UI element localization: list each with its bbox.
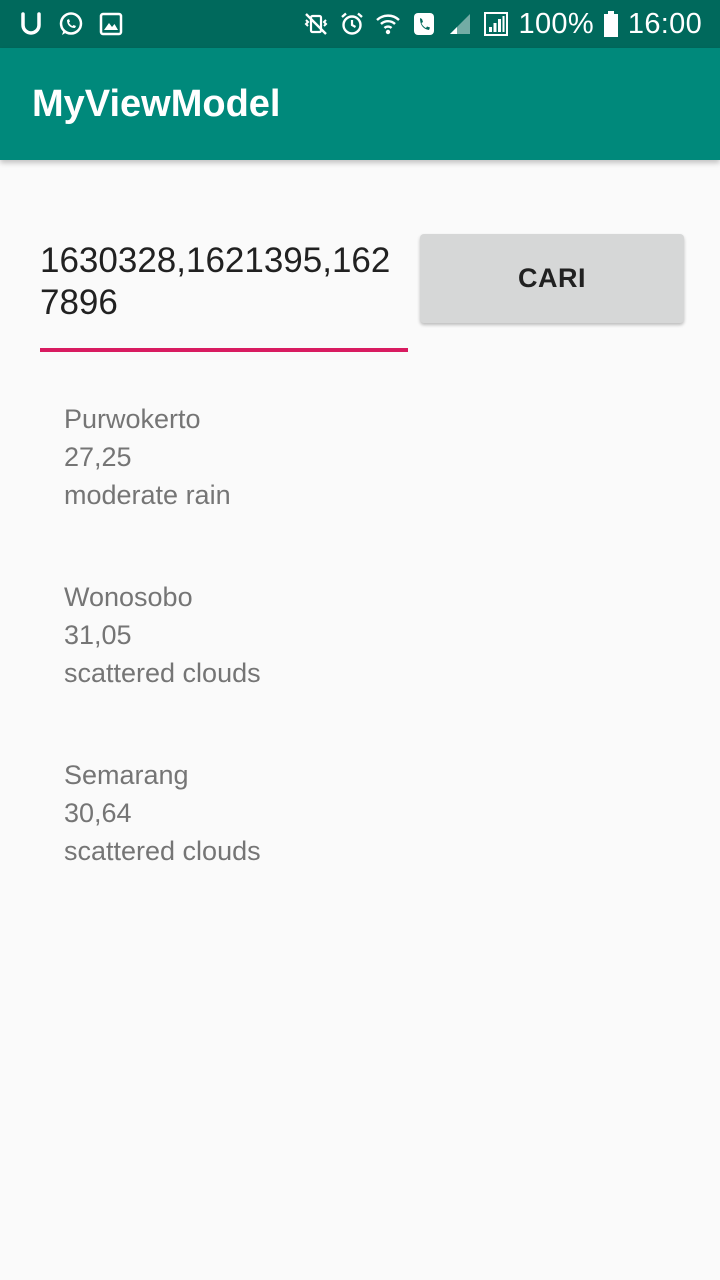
- wifi-icon: [375, 11, 401, 37]
- battery-level: 100%: [518, 7, 594, 40]
- temperature: 31,05: [64, 620, 132, 650]
- weather-description: scattered clouds: [64, 658, 261, 688]
- battery-icon: [603, 11, 618, 37]
- city-ids-field[interactable]: 1630328,1621395,1627896: [40, 232, 408, 354]
- mute-vibrate-icon: [303, 11, 329, 37]
- clock: 16:00: [627, 7, 702, 40]
- city-name: Wonosobo: [64, 582, 193, 612]
- signal-bars-icon: [483, 11, 509, 37]
- u-icon: [18, 11, 44, 37]
- temperature: 30,64: [64, 798, 132, 828]
- list-item[interactable]: Wonosobo 31,05 scattered clouds: [64, 578, 664, 756]
- temperature: 27,25: [64, 442, 132, 472]
- notification-icons: [18, 11, 124, 37]
- status-bar: 100% 16:00: [0, 0, 720, 48]
- city-name: Purwokerto: [64, 404, 201, 434]
- image-icon: [98, 11, 124, 37]
- app-bar: MyViewModel: [0, 48, 720, 160]
- city-name: Semarang: [64, 760, 189, 790]
- list-item[interactable]: Purwokerto 27,25 moderate rain: [64, 400, 664, 578]
- app-title: MyViewModel: [32, 82, 281, 125]
- call-icon: [411, 11, 437, 37]
- system-status: 100% 16:00: [303, 8, 702, 41]
- search-button[interactable]: CARI: [420, 234, 684, 323]
- whatsapp-icon: [58, 11, 84, 37]
- weather-list: Purwokerto 27,25 moderate rain Wonosobo …: [64, 400, 664, 934]
- signal-icon: [447, 11, 473, 37]
- weather-description: scattered clouds: [64, 836, 261, 866]
- alarm-icon: [339, 11, 365, 37]
- city-ids-input[interactable]: 1630328,1621395,1627896: [40, 232, 408, 328]
- input-underline: [40, 348, 408, 352]
- list-item[interactable]: Semarang 30,64 scattered clouds: [64, 756, 664, 934]
- weather-description: moderate rain: [64, 480, 231, 510]
